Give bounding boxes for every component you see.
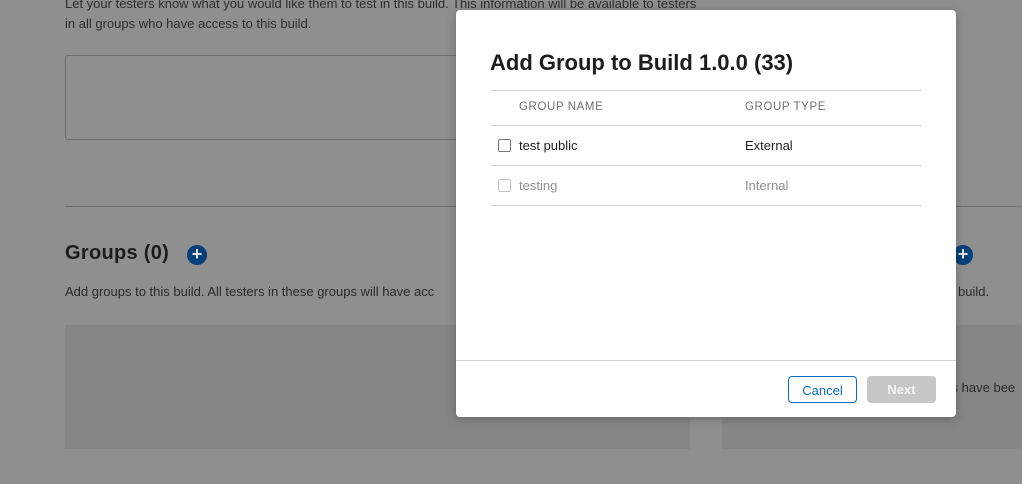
group-type-cell: Internal [745, 178, 789, 193]
add-group-modal: Add Group to Build 1.0.0 (33) GROUP NAME… [456, 10, 956, 417]
add-tester-icon[interactable]: + [953, 245, 973, 265]
column-header-group-name: GROUP NAME [519, 101, 604, 113]
testers-section-description: build. [958, 284, 990, 299]
group-name-cell: testing [519, 178, 558, 193]
groups-section-description: Add groups to this build. All testers in… [65, 284, 435, 299]
table-header: GROUP NAME GROUP TYPE [491, 90, 921, 126]
group-type-cell: External [745, 138, 793, 153]
row-checkbox[interactable] [498, 139, 511, 152]
table-row: testing Internal [491, 166, 921, 206]
modal-footer: Cancel Next [456, 360, 956, 417]
groups-table: GROUP NAME GROUP TYPE test public Extern… [491, 90, 921, 206]
table-row[interactable]: test public External [491, 126, 921, 166]
group-name-cell: test public [519, 138, 578, 153]
next-button[interactable]: Next [867, 376, 936, 403]
groups-section-title: Groups (0) [65, 242, 170, 264]
column-header-group-type: GROUP TYPE [745, 101, 826, 113]
row-checkbox-disabled [498, 179, 511, 192]
modal-title: Add Group to Build 1.0.0 (33) [490, 50, 794, 75]
add-group-icon[interactable]: + [187, 245, 207, 265]
cancel-button[interactable]: Cancel [788, 376, 857, 403]
